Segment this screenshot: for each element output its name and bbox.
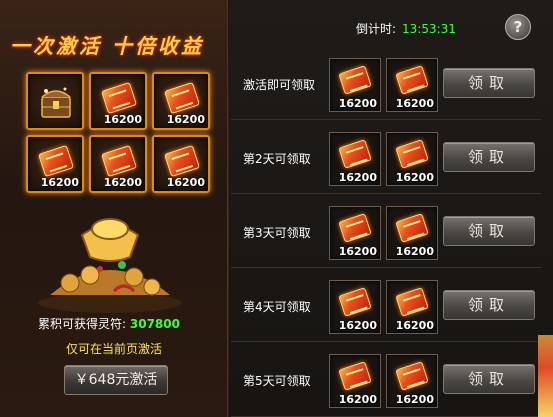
item-count: 16200 xyxy=(338,171,377,184)
promo-title: 一次激活 十倍收益 xyxy=(10,34,204,58)
reward-slot[interactable]: 16200 xyxy=(329,206,381,260)
item-count: 16200 xyxy=(338,393,377,406)
activate-purchase-button[interactable]: ￥648元激活 xyxy=(64,365,168,395)
item-count: 16200 xyxy=(166,176,205,189)
talisman-icon xyxy=(338,361,372,391)
activation-notice: 仅可在当前页激活 xyxy=(65,342,162,356)
item-count: 16200 xyxy=(338,97,377,110)
treasure-pile-icon xyxy=(38,218,182,313)
talisman-icon xyxy=(338,139,372,169)
reward-slot[interactable]: 16200 xyxy=(329,132,381,186)
talisman-icon xyxy=(101,81,137,115)
reward-slot[interactable]: 16200 xyxy=(386,280,438,334)
left-reward-panel: 一次激活 十倍收益 16200 16200 16200 16200 16200 … xyxy=(0,0,228,417)
reward-slot[interactable]: 16200 xyxy=(386,58,438,112)
reward-slot[interactable] xyxy=(26,72,84,130)
total-reward-label: 累积可获得灵符: xyxy=(38,317,127,331)
item-count: 16200 xyxy=(395,319,434,332)
claim-button[interactable]: 领取 xyxy=(443,142,535,172)
countdown-value: 13:53:31 xyxy=(402,22,456,36)
reward-slot[interactable]: 16200 xyxy=(89,135,147,193)
reward-slot[interactable]: 16200 xyxy=(386,132,438,186)
talisman-icon xyxy=(101,144,137,178)
talisman-icon xyxy=(164,144,200,178)
countdown-label: 倒计时: xyxy=(356,22,397,36)
item-count: 16200 xyxy=(395,97,434,110)
total-reward-summary: 累积可获得灵符: 307800 xyxy=(38,315,180,332)
claim-button[interactable]: 领取 xyxy=(443,364,535,394)
reward-slot[interactable]: 16200 xyxy=(329,58,381,112)
claim-row-day3: 第3天可领取 16200 16200 领取 xyxy=(231,198,541,268)
talisman-icon xyxy=(338,213,372,243)
reward-slot[interactable]: 16200 xyxy=(152,135,210,193)
claim-row-label: 第4天可领取 xyxy=(243,300,311,314)
item-count: 16200 xyxy=(338,245,377,258)
treasure-chest-icon xyxy=(41,87,71,118)
corner-decoration xyxy=(538,335,553,417)
talisman-icon xyxy=(395,139,429,169)
countdown-timer: 倒计时: 13:53:31 xyxy=(356,20,456,37)
total-reward-value: 307800 xyxy=(129,317,180,331)
claim-button[interactable]: 领取 xyxy=(443,216,535,246)
reward-grid: 16200 16200 16200 16200 16200 xyxy=(26,72,212,193)
claim-button[interactable]: 领取 xyxy=(443,290,535,320)
talisman-icon xyxy=(338,287,372,317)
claim-row-label: 第5天可领取 xyxy=(243,374,311,388)
talisman-icon xyxy=(395,65,429,95)
item-count: 16200 xyxy=(103,176,142,189)
claim-row-day5: 第5天可领取 16200 16200 领取 xyxy=(231,346,541,417)
activation-panel: 一次激活 十倍收益 16200 16200 16200 16200 16200 … xyxy=(0,0,553,417)
item-count: 16200 xyxy=(395,171,434,184)
help-icon[interactable]: ? xyxy=(505,14,531,40)
talisman-icon xyxy=(164,81,200,115)
reward-slot[interactable]: 16200 xyxy=(26,135,84,193)
talisman-icon xyxy=(395,361,429,391)
item-count: 16200 xyxy=(395,393,434,406)
item-count: 16200 xyxy=(40,176,79,189)
talisman-icon xyxy=(338,65,372,95)
talisman-icon xyxy=(38,144,74,178)
reward-slot[interactable]: 16200 xyxy=(89,72,147,130)
talisman-icon xyxy=(395,213,429,243)
reward-slot[interactable]: 16200 xyxy=(329,280,381,334)
item-count: 16200 xyxy=(395,245,434,258)
claim-row-label: 激活即可领取 xyxy=(243,78,316,92)
claim-row-day2: 第2天可领取 16200 16200 领取 xyxy=(231,124,541,194)
item-count: 16200 xyxy=(166,113,205,126)
item-count: 16200 xyxy=(103,113,142,126)
claim-row-label: 第3天可领取 xyxy=(243,226,311,240)
claim-button[interactable]: 领取 xyxy=(443,68,535,98)
claim-row-label: 第2天可领取 xyxy=(243,152,311,166)
reward-slot[interactable]: 16200 xyxy=(329,354,381,408)
claim-row-day1: 激活即可领取 16200 16200 领取 xyxy=(231,50,541,120)
item-count: 16200 xyxy=(338,319,377,332)
talisman-icon xyxy=(395,287,429,317)
reward-slot[interactable]: 16200 xyxy=(386,354,438,408)
claim-row-day4: 第4天可领取 16200 16200 领取 xyxy=(231,272,541,342)
reward-slot[interactable]: 16200 xyxy=(152,72,210,130)
reward-slot[interactable]: 16200 xyxy=(386,206,438,260)
